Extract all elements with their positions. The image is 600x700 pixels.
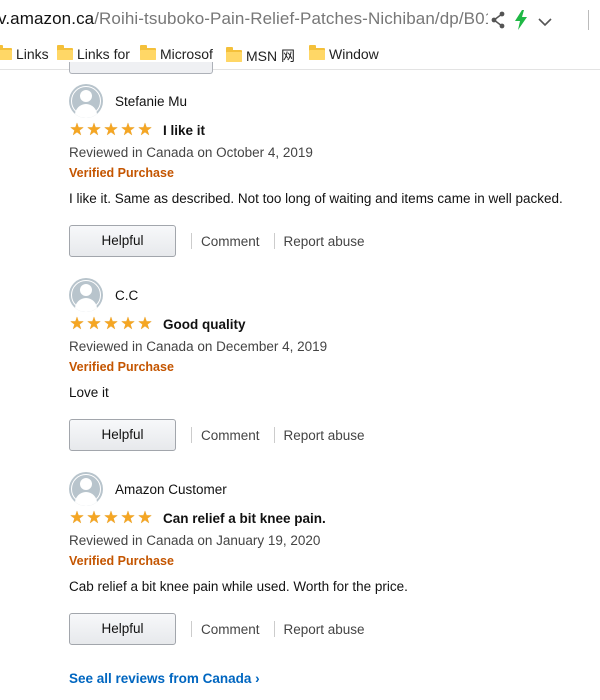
comment-link[interactable]: Comment (201, 622, 260, 637)
star-icon: ★ (137, 508, 153, 527)
star-icon: ★ (86, 314, 102, 333)
review-profile[interactable]: C.C (69, 278, 138, 312)
star-icon: ★ (103, 120, 119, 139)
url-text[interactable]: v.amazon.ca/Roihi-tsuboko-Pain-Relief-Pa… (0, 9, 506, 29)
divider (273, 621, 275, 637)
star-rating[interactable]: ★ ★ ★ ★ ★ (69, 314, 154, 333)
review-title-row: ★ ★ ★ ★ ★ Can relief a bit knee pain. (69, 508, 326, 527)
bookmark-label: Links for (77, 46, 130, 62)
star-icon: ★ (86, 508, 102, 527)
helpful-button[interactable]: Helpful (69, 419, 176, 451)
star-icon: ★ (120, 314, 136, 333)
bookmark-label: MSN 网 (246, 48, 295, 64)
chevron-down-icon[interactable] (538, 14, 552, 32)
report-abuse-link[interactable]: Report abuse (284, 622, 365, 637)
comment-link[interactable]: Comment (201, 234, 260, 249)
star-icon: ★ (69, 120, 85, 139)
folder-icon (226, 47, 242, 62)
review-profile[interactable]: Amazon Customer (69, 472, 227, 506)
avatar (69, 84, 103, 118)
review-author: Stefanie Mu (115, 93, 188, 109)
bookmark-label: Microsof (160, 46, 213, 62)
star-icon: ★ (69, 508, 85, 527)
review-date: Reviewed in Canada on January 19, 2020 (69, 533, 321, 548)
review-body: I like it. Same as described. Not too lo… (69, 191, 563, 206)
bookmark-label: Links (16, 46, 49, 62)
review-title-row: ★ ★ ★ ★ ★ Good quality (69, 314, 246, 333)
star-icon: ★ (137, 120, 153, 139)
verified-badge: Verified Purchase (69, 166, 174, 180)
bookmark-folder[interactable]: Links for (57, 45, 130, 62)
verified-badge: Verified Purchase (69, 554, 174, 568)
divider (191, 427, 192, 443)
star-rating[interactable]: ★ ★ ★ ★ ★ (69, 120, 154, 139)
star-icon: ★ (86, 120, 102, 139)
divider (273, 233, 275, 249)
review-title-row: ★ ★ ★ ★ ★ I like it (69, 120, 205, 139)
avatar (69, 278, 103, 312)
review-profile[interactable]: Stefanie Mu (69, 84, 187, 118)
address-bar[interactable]: v.amazon.ca/Roihi-tsuboko-Pain-Relief-Pa… (0, 0, 600, 40)
review-body: Cab relief a bit knee pain while used. W… (69, 579, 408, 594)
review-author: C.C (115, 287, 139, 303)
previous-helpful-button[interactable] (69, 62, 213, 74)
bookmark-folder[interactable]: MSN 网 (226, 46, 295, 66)
review-actions: Helpful Comment Report abuse (69, 613, 379, 645)
folder-icon (0, 45, 12, 60)
review-title[interactable]: Good quality (163, 317, 246, 332)
toolbar-divider (588, 10, 589, 30)
verified-badge: Verified Purchase (69, 360, 174, 374)
star-rating[interactable]: ★ ★ ★ ★ ★ (69, 508, 154, 527)
star-icon: ★ (120, 120, 136, 139)
helpful-button[interactable]: Helpful (69, 613, 176, 645)
star-icon: ★ (69, 314, 85, 333)
star-icon: ★ (120, 508, 136, 527)
lightning-icon[interactable] (514, 10, 528, 35)
helpful-button[interactable]: Helpful (69, 225, 176, 257)
share-icon[interactable] (490, 11, 506, 34)
review-date: Reviewed in Canada on October 4, 2019 (69, 145, 313, 160)
url-path: /Roihi-tsuboko-Pain-Relief-Patches-Nichi… (94, 9, 506, 28)
folder-icon (309, 45, 325, 60)
divider (273, 427, 275, 443)
bookmark-folder[interactable]: Microsof (140, 45, 213, 62)
review-actions: Helpful Comment Report abuse (69, 225, 379, 257)
review-date: Reviewed in Canada on December 4, 2019 (69, 339, 328, 354)
star-icon: ★ (103, 508, 119, 527)
bookmark-folder[interactable]: Window (309, 45, 379, 62)
review-author: Amazon Customer (115, 481, 227, 497)
report-abuse-link[interactable]: Report abuse (284, 234, 365, 249)
review-actions: Helpful Comment Report abuse (69, 419, 379, 451)
avatar (69, 472, 103, 506)
review-title[interactable]: Can relief a bit knee pain. (163, 511, 326, 526)
divider (191, 233, 192, 249)
bookmark-label: Window (329, 46, 379, 62)
report-abuse-link[interactable]: Report abuse (284, 428, 365, 443)
address-bar-actions (488, 0, 600, 40)
review-title[interactable]: I like it (163, 123, 205, 138)
see-all-reviews-link[interactable]: See all reviews from Canada › (69, 671, 260, 686)
divider (191, 621, 192, 637)
star-icon: ★ (103, 314, 119, 333)
star-icon: ★ (137, 314, 153, 333)
review-body: Love it (69, 385, 109, 400)
folder-icon (140, 45, 156, 60)
folder-icon (57, 45, 73, 60)
url-host: v.amazon.ca (0, 9, 95, 28)
bookmark-folder[interactable]: Links (0, 45, 49, 62)
comment-link[interactable]: Comment (201, 428, 260, 443)
